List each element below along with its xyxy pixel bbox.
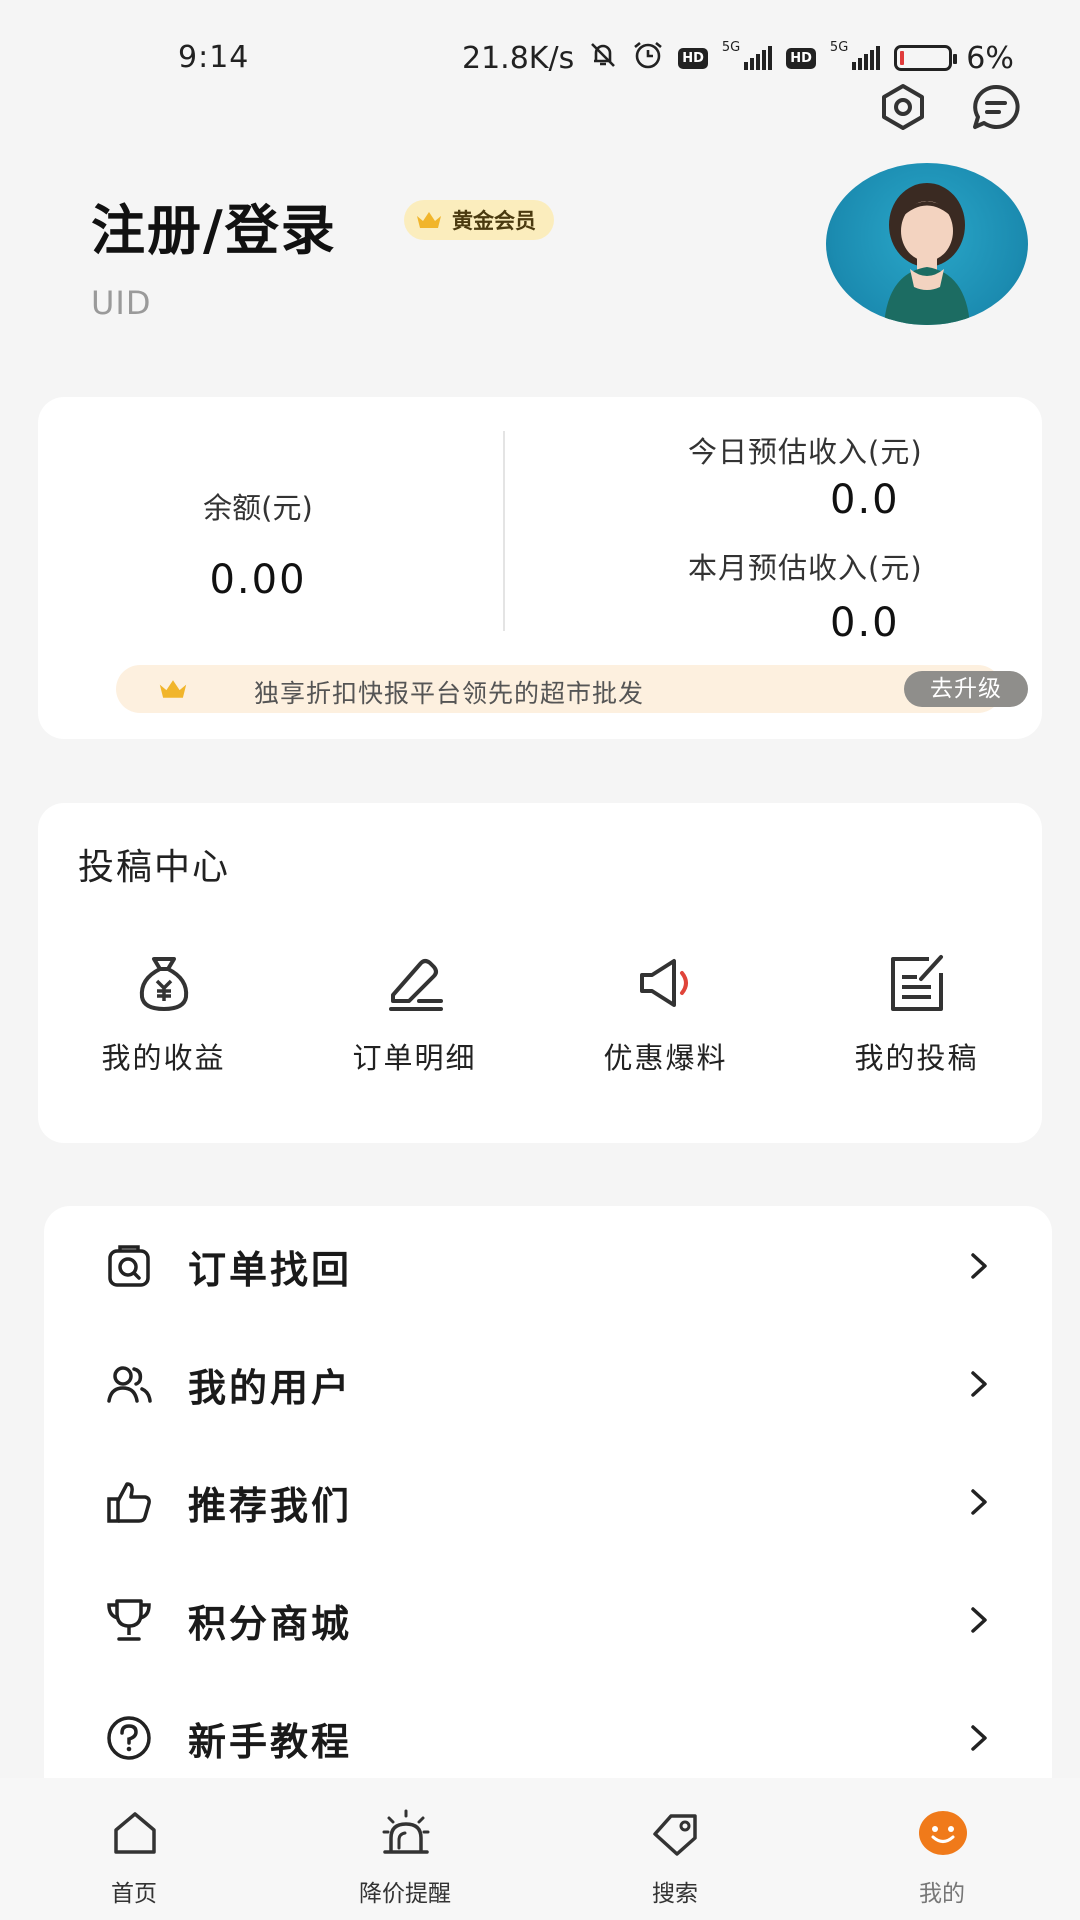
- month-income-value: 0.0: [830, 600, 900, 646]
- network-type-2: 5G: [829, 40, 849, 55]
- grid-item-my-earnings[interactable]: 我的收益: [38, 953, 289, 1083]
- earnings-card: 余额(元) 0.00 今日预估收入(元) 0.0 本月预估收入(元) 0.0 独…: [38, 397, 1042, 739]
- upgrade-button[interactable]: 去升级: [904, 671, 1028, 707]
- document-edit-icon: [891, 955, 943, 1011]
- divider: [503, 431, 505, 631]
- balance-value: 0.00: [209, 557, 307, 603]
- crown-icon: [417, 212, 441, 228]
- chevron-right-icon: [971, 1371, 987, 1397]
- signal-icon-2: [852, 46, 881, 70]
- menu-item-my-users[interactable]: 我的用户: [44, 1324, 1052, 1442]
- vip-badge-label: 黄金会员: [452, 209, 536, 233]
- section-title: 投稿中心: [78, 847, 231, 888]
- menu-item-label: 新手教程: [188, 1720, 353, 1764]
- submission-center-card: 投稿中心 我的收益 订单明细 优惠爆料 我的投稿: [38, 803, 1042, 1143]
- thumbs-up-icon: [107, 1482, 151, 1523]
- network-type: 5G: [721, 40, 741, 55]
- tab-label: 搜索: [652, 1881, 698, 1907]
- menu-item-order-retrieval[interactable]: 订单找回: [44, 1206, 1052, 1324]
- today-income-label: 今日预估收入(元): [688, 435, 923, 469]
- status-time: 9:14: [178, 40, 250, 75]
- grid-item-deal-tips[interactable]: 优惠爆料: [540, 953, 791, 1083]
- alarm-icon: [382, 1809, 430, 1854]
- tab-label: 首页: [111, 1881, 157, 1907]
- grid-item-label: 我的投稿: [854, 1041, 979, 1075]
- edit-pen-icon: [389, 959, 443, 1011]
- balance-label: 余额(元): [203, 491, 313, 525]
- vip-badge[interactable]: 黄金会员: [404, 200, 554, 240]
- month-income-label: 本月预估收入(元): [688, 551, 923, 585]
- chevron-right-icon: [971, 1725, 987, 1751]
- grid-item-my-submissions[interactable]: 我的投稿: [791, 953, 1042, 1083]
- grid-item-order-details[interactable]: 订单明细: [289, 953, 540, 1083]
- signal-icon: [744, 46, 773, 70]
- chevron-right-icon: [971, 1253, 987, 1279]
- money-bag-icon: [139, 957, 189, 1011]
- today-income-value: 0.0: [830, 477, 900, 523]
- grid-item-label: 订单明细: [352, 1041, 477, 1075]
- tab-price-alert[interactable]: 降价提醒: [305, 1778, 505, 1920]
- settings-icon[interactable]: [877, 82, 929, 132]
- home-icon: [114, 1812, 156, 1854]
- tag-icon: [653, 1814, 697, 1856]
- menu-item-label: 推荐我们: [188, 1484, 353, 1528]
- menu-item-label: 订单找回: [188, 1248, 353, 1292]
- chevron-right-icon: [971, 1607, 987, 1633]
- grid-item-label: 我的收益: [101, 1041, 226, 1075]
- help-icon: [107, 1716, 151, 1760]
- login-register-link[interactable]: 注册/登录: [91, 186, 337, 265]
- menu-item-points-mall[interactable]: 积分商城: [44, 1560, 1052, 1678]
- tab-mine[interactable]: 我的: [842, 1778, 1042, 1920]
- profile-page: 9:14 21.8K/s HD 5G HD 5G 6% 注册/登录 黄金会员 U…: [0, 0, 1080, 1920]
- battery-percent: 6%: [966, 40, 1014, 76]
- battery-icon: [894, 45, 958, 71]
- grid-item-label: 优惠爆料: [603, 1041, 728, 1075]
- promo-text: 独享折扣快报平台领先的超市批发: [254, 679, 645, 708]
- order-search-icon: [108, 1245, 150, 1287]
- megaphone-icon: [640, 959, 688, 1007]
- status-indicators: 21.8K/s HD 5G HD 5G 6%: [462, 40, 1014, 76]
- submission-grid: 我的收益 订单明细 优惠爆料 我的投稿: [38, 953, 1042, 1083]
- chevron-right-icon: [971, 1489, 987, 1515]
- tab-label: 降价提醒: [359, 1881, 451, 1907]
- smiley-icon: [919, 1811, 967, 1855]
- mute-bell-icon: [588, 40, 618, 76]
- menu-item-recommend-us[interactable]: 推荐我们: [44, 1442, 1052, 1560]
- hd-indicator: HD: [678, 47, 708, 69]
- bottom-tab-bar: 首页 降价提醒 搜索 我的: [0, 1778, 1080, 1920]
- tab-label: 我的: [919, 1881, 965, 1907]
- hd-indicator-2: HD: [786, 47, 816, 69]
- avatar[interactable]: [826, 163, 1028, 325]
- battery-level: [900, 51, 905, 65]
- trophy-icon: [107, 1599, 151, 1641]
- network-speed: 21.8K/s: [462, 40, 575, 76]
- menu-item-label: 我的用户: [188, 1366, 353, 1410]
- tab-home[interactable]: 首页: [34, 1778, 234, 1920]
- menu-item-label: 积分商城: [188, 1602, 353, 1646]
- message-icon[interactable]: [970, 82, 1022, 132]
- tab-search[interactable]: 搜索: [575, 1778, 775, 1920]
- crown-icon: [159, 680, 187, 698]
- uid-label: UID: [91, 284, 152, 322]
- menu-list: 订单找回 我的用户 推荐我们 积分商城 新手教程: [44, 1206, 1052, 1786]
- promo-banner[interactable]: 独享折扣快报平台领先的超市批发 去升级: [116, 665, 1028, 713]
- alarm-clock-icon: [632, 40, 664, 76]
- users-icon: [107, 1366, 152, 1403]
